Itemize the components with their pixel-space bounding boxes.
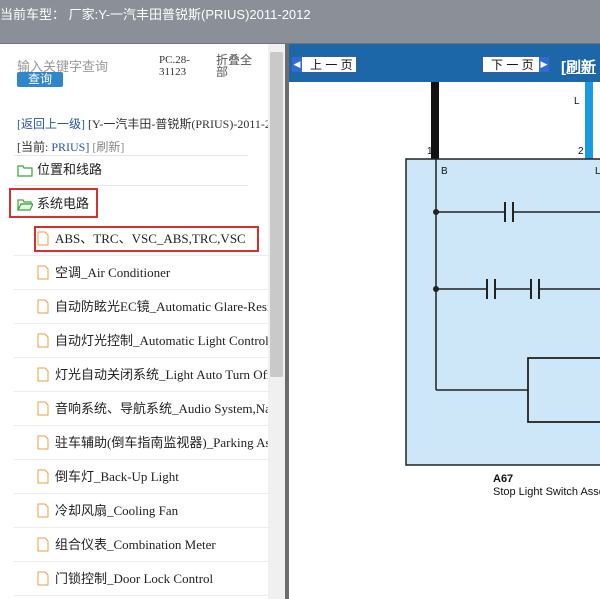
list-item[interactable]: 灯光自动关闭系统_Light Auto Turn Off System (37, 364, 269, 386)
scrollbar-thumb[interactable] (270, 52, 283, 377)
window-title: 当前车型： 厂家:Y-一汽丰田普锐斯(PRIUS)2011-2012 (0, 7, 311, 22)
document-icon (37, 367, 49, 382)
list-item[interactable]: 冷却风扇_Cooling Fan (37, 500, 269, 522)
pin-2-label: 2 (578, 146, 584, 157)
document-icon (37, 333, 49, 348)
list-item[interactable]: 空调_Air Conditioner (37, 262, 269, 284)
pin-l-label: L (595, 166, 600, 177)
document-icon (37, 435, 49, 450)
refresh-page-link[interactable]: [刷新 (561, 56, 596, 77)
document-icon (37, 537, 49, 552)
next-page-button[interactable]: 下 一 页 ▶ (482, 56, 550, 73)
document-icon (37, 401, 49, 416)
document-icon (37, 571, 49, 586)
breadcrumb: [返回上一级] [Y-一汽丰田-普锐斯(PRIUS)-2011-2012] (17, 118, 293, 130)
list-item[interactable]: 音响系统、导航系统_Audio System,Navigation System (37, 398, 269, 420)
arrow-left-icon: ◀ (292, 57, 302, 72)
pin-1-label: 1 (427, 146, 433, 157)
document-icon (37, 503, 49, 518)
document-icon (37, 265, 49, 280)
current-location: [当前: PRIUS] [刷新] (17, 141, 124, 153)
pc-code: PC.28-31123 (159, 54, 190, 78)
search-button[interactable]: 查询 (17, 72, 63, 87)
current-label: [当前: (17, 140, 49, 154)
back-link[interactable]: [返回上一级] (17, 117, 85, 131)
list-item[interactable]: 自动防眩光EC镜_Automatic Glare-Resistant EC Mi… (37, 296, 269, 318)
list-item[interactable]: 驻车辅助(倒车指南监视器)_Parking Assist (37, 432, 269, 454)
wiring-diagram: L 1 2 B L A67 Stop Light Switch Assembly (405, 82, 600, 498)
title-bar: 当前车型： 厂家:Y-一汽丰田普锐斯(PRIUS)2011-2012 (0, 0, 600, 44)
document-icon (37, 299, 49, 314)
component-id: A67 (493, 473, 513, 485)
pin-b-label: B (441, 166, 448, 177)
wire-label: L (574, 96, 580, 107)
refresh-link[interactable]: [刷新] (92, 140, 124, 154)
list-item[interactable]: 门锁控制_Door Lock Control (37, 568, 269, 590)
collapse-all-link[interactable]: 折叠全部 (216, 54, 260, 78)
folder-location-wiring[interactable]: 位置和线路 (17, 161, 102, 179)
arrow-right-icon: ▶ (539, 57, 549, 72)
list-item[interactable]: 自动灯光控制_Automatic Light Control (37, 330, 269, 352)
page-toolbar: ◀ 上 一 页 下 一 页 ▶ [刷新 (289, 44, 600, 82)
vehicle-path: [Y-一汽丰田-普锐斯(PRIUS)-2011-2012] (88, 117, 293, 131)
component-name: Stop Light Switch Assembly (493, 486, 600, 498)
folder-highlight (9, 188, 98, 218)
prev-page-button[interactable]: ◀ 上 一 页 (291, 56, 357, 73)
diagram-pane: ◀ 上 一 页 下 一 页 ▶ [刷新 L 1 2 B L A67 Stop L… (289, 44, 600, 599)
document-icon (37, 469, 49, 484)
list-item[interactable]: 倒车灯_Back-Up Light (37, 466, 269, 488)
folder-icon (17, 165, 33, 177)
list-item[interactable]: 组合仪表_Combination Meter (37, 534, 269, 556)
current-vehicle-link[interactable]: PRIUS] (51, 140, 89, 154)
folder-label: 位置和线路 (37, 162, 103, 177)
item-highlight (34, 226, 259, 252)
